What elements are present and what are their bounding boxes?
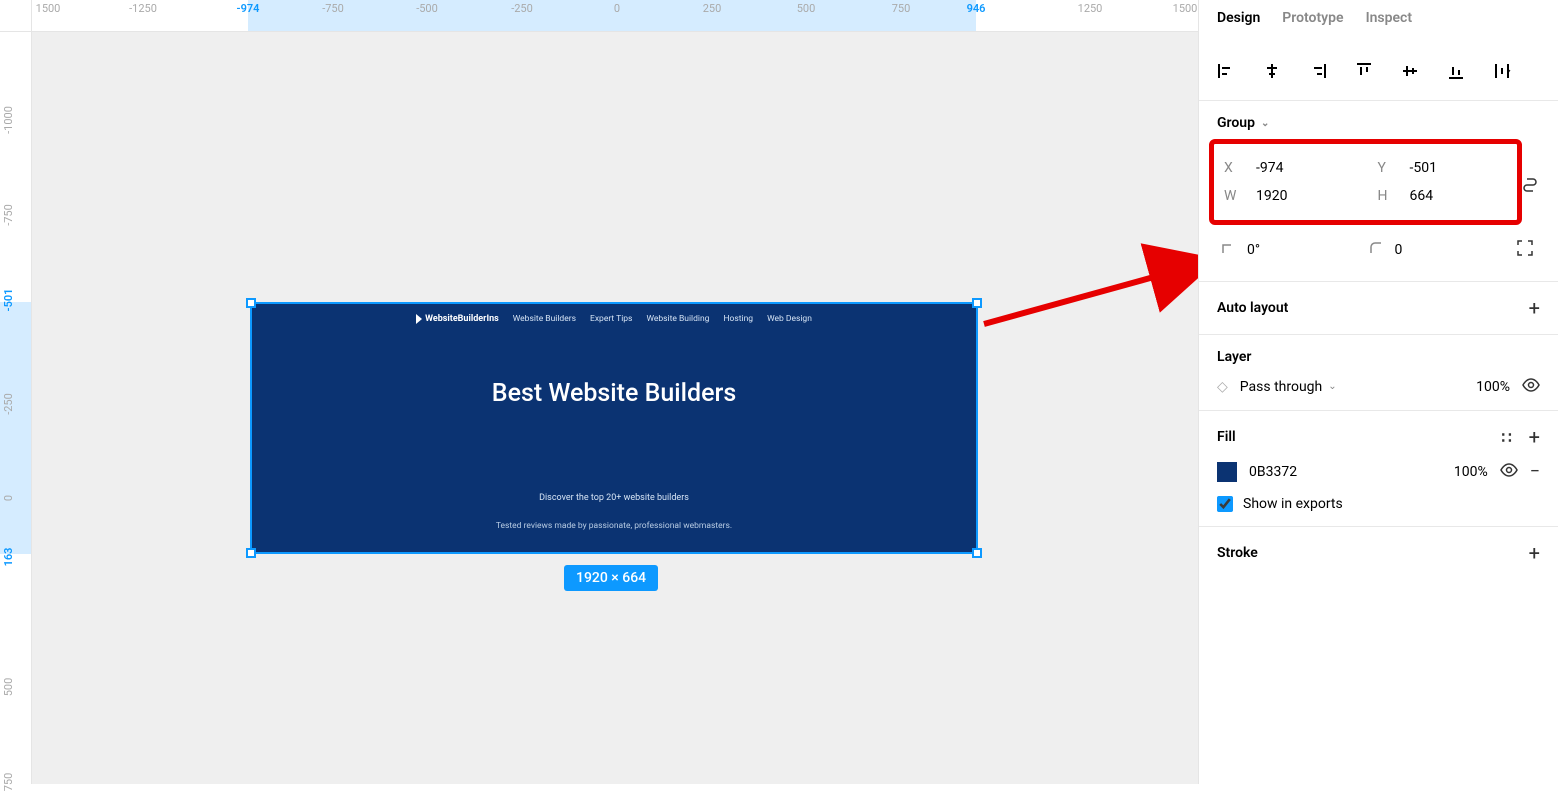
ruler-tick: 750 (892, 2, 911, 15)
position-size-highlight: X-974 Y-501 W1920 H664 (1209, 139, 1522, 225)
align-vcenter-icon[interactable] (1401, 62, 1419, 80)
width-field[interactable]: W1920 (1224, 188, 1354, 204)
ruler-tick: -250 (511, 2, 533, 15)
ruler-tick: -750 (322, 2, 344, 15)
properties-panel: Design Prototype Inspect Group ⌄ X-974 Y… (1198, 0, 1558, 784)
frame-hero-title: Best Website Builders (252, 379, 976, 408)
x-field[interactable]: X-974 (1224, 160, 1354, 176)
visibility-toggle-icon[interactable] (1522, 377, 1540, 396)
ruler-tick: -974 (237, 2, 260, 15)
nav-item: Website Building (646, 314, 709, 324)
annotation-arrow (978, 232, 1198, 332)
ruler-tick: 163 (2, 548, 15, 567)
ruler-tick: -501 (2, 289, 15, 312)
individual-corners-icon[interactable] (1516, 239, 1534, 261)
fill-visibility-icon[interactable] (1500, 462, 1518, 481)
layer-type-label: Group (1217, 115, 1255, 131)
frame-logo: WebsiteBuilderIns (416, 314, 499, 324)
align-section (1199, 44, 1558, 101)
align-bottom-icon[interactable] (1447, 62, 1465, 80)
ruler-tick: 1250 (1078, 2, 1103, 15)
logo-text: WebsiteBuilderIns (425, 314, 499, 324)
ruler-tick: 250 (703, 2, 722, 15)
horizontal-ruler[interactable]: 1500 -1250 -974 -750 -500 -250 0 250 500 750 946 12… (32, 0, 1198, 32)
blend-mode-icon: ◇ (1217, 379, 1228, 395)
align-hcenter-icon[interactable] (1263, 62, 1281, 80)
constrain-proportions-icon[interactable] (1522, 177, 1538, 199)
vertical-ruler[interactable]: -1000-750-501-2500163500750 (0, 32, 32, 784)
frame-subtitle-2: Tested reviews made by passionate, profe… (252, 521, 976, 531)
fill-color-swatch[interactable] (1217, 462, 1237, 482)
ruler-tick: 500 (2, 678, 15, 697)
auto-layout-label: Auto layout (1217, 300, 1288, 316)
resize-handle-bottom-left[interactable] (246, 548, 256, 558)
canvas[interactable]: WebsiteBuilderIns Website Builders Exper… (32, 32, 1198, 784)
stroke-section: Stroke + (1199, 527, 1558, 579)
fill-hex-field[interactable]: 0B3372 (1249, 464, 1442, 480)
ruler-tick: 1500 (36, 2, 61, 15)
add-fill-button[interactable]: + (1529, 425, 1540, 449)
ruler-corner (0, 0, 32, 32)
nav-item: Hosting (723, 314, 753, 324)
ruler-tick: -250 (2, 393, 15, 415)
remove-fill-button[interactable]: − (1530, 461, 1540, 482)
transform-section: Group ⌄ X-974 Y-501 W1920 H664 0° 0 (1199, 101, 1558, 282)
layer-section: Layer ◇ Pass through⌄ 100% (1199, 335, 1558, 411)
tab-prototype[interactable]: Prototype (1282, 10, 1343, 44)
ruler-tick: -1250 (129, 2, 157, 15)
logo-icon (416, 314, 422, 324)
auto-layout-section: Auto layout + (1199, 282, 1558, 335)
ruler-tick: 500 (797, 2, 816, 15)
nav-item: Web Design (767, 314, 812, 324)
ruler-tick: -1000 (2, 106, 15, 134)
rotation-field[interactable]: 0° (1221, 239, 1345, 261)
ruler-tick: 0 (614, 2, 620, 15)
fill-opacity-field[interactable]: 100% (1454, 464, 1488, 480)
show-in-exports-label: Show in exports (1243, 496, 1343, 512)
layer-title: Layer (1217, 349, 1251, 365)
stroke-title: Stroke (1217, 545, 1258, 561)
layer-opacity-field[interactable]: 100% (1476, 379, 1510, 395)
distribute-icon[interactable] (1493, 62, 1511, 80)
ruler-tick: 750 (2, 773, 15, 791)
resize-handle-top-right[interactable] (972, 298, 982, 308)
nav-item: Expert Tips (590, 314, 632, 324)
ruler-tick: -500 (416, 2, 438, 15)
ruler-tick: -750 (2, 204, 15, 226)
ruler-tick: 0 (2, 495, 15, 501)
align-right-icon[interactable] (1309, 62, 1327, 80)
align-top-icon[interactable] (1355, 62, 1373, 80)
nav-item: Website Builders (513, 314, 576, 324)
add-auto-layout-button[interactable]: + (1529, 296, 1540, 320)
tab-inspect[interactable]: Inspect (1366, 10, 1412, 44)
frame-nav: WebsiteBuilderIns Website Builders Exper… (252, 304, 976, 324)
ruler-selection-range (248, 0, 976, 31)
show-in-exports-checkbox[interactable] (1217, 496, 1233, 512)
panel-tabs: Design Prototype Inspect (1199, 0, 1558, 44)
blend-mode-select[interactable]: Pass through⌄ (1240, 379, 1464, 395)
ruler-selection-range (0, 302, 31, 554)
ruler-tick: 1500 (1173, 2, 1198, 15)
ruler-tick: 946 (967, 2, 986, 15)
selection-size-badge: 1920 × 664 (564, 565, 658, 591)
fill-section: Fill ∷ + 0B3372 100% − Show in exports (1199, 411, 1558, 527)
height-field[interactable]: H664 (1378, 188, 1508, 204)
fill-title: Fill (1217, 429, 1236, 445)
resize-handle-bottom-right[interactable] (972, 548, 982, 558)
chevron-down-icon[interactable]: ⌄ (1261, 118, 1269, 129)
tab-design[interactable]: Design (1217, 10, 1260, 44)
add-stroke-button[interactable]: + (1529, 541, 1540, 565)
selected-frame[interactable]: WebsiteBuilderIns Website Builders Exper… (250, 302, 978, 554)
y-field[interactable]: Y-501 (1378, 160, 1508, 176)
resize-handle-top-left[interactable] (246, 298, 256, 308)
style-icon[interactable]: ∷ (1501, 428, 1510, 447)
corner-radius-field[interactable]: 0 (1369, 239, 1493, 261)
frame-subtitle-1: Discover the top 20+ website builders (252, 493, 976, 503)
align-left-icon[interactable] (1217, 62, 1235, 80)
